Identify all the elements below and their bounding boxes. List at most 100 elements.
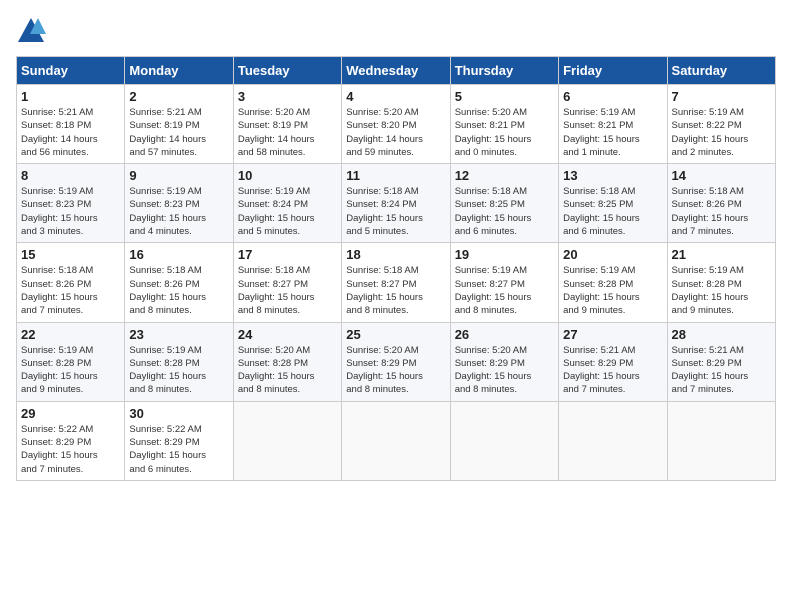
day-info: Sunrise: 5:19 AM Sunset: 8:23 PM Dayligh… (129, 185, 228, 238)
calendar-cell: 1 Sunrise: 5:21 AM Sunset: 8:18 PM Daylig… (17, 85, 125, 164)
day-number: 11 (346, 168, 445, 183)
calendar-cell (559, 401, 667, 480)
day-info: Sunrise: 5:19 AM Sunset: 8:27 PM Dayligh… (455, 264, 554, 317)
day-info: Sunrise: 5:20 AM Sunset: 8:20 PM Dayligh… (346, 106, 445, 159)
day-info: Sunrise: 5:21 AM Sunset: 8:18 PM Dayligh… (21, 106, 120, 159)
header-day-friday: Friday (559, 57, 667, 85)
calendar-cell: 20Sunrise: 5:19 AM Sunset: 8:28 PM Dayli… (559, 243, 667, 322)
calendar-cell: 26 Sunrise: 5:20 AM Sunset: 8:29 PM Dayli… (450, 322, 558, 401)
calendar-cell: 9Sunrise: 5:19 AM Sunset: 8:23 PM Daylig… (125, 164, 233, 243)
logo (16, 16, 50, 46)
week-row-0: 1 Sunrise: 5:21 AM Sunset: 8:18 PM Daylig… (17, 85, 776, 164)
day-number: 25 (346, 327, 445, 342)
day-number: 14 (672, 168, 771, 183)
day-number: 4 (346, 89, 445, 104)
calendar-cell: 22 Sunrise: 5:19 AM Sunset: 8:28 PM Dayli… (17, 322, 125, 401)
calendar-cell: 14 Sunrise: 5:18 AM Sunset: 8:26 PM Dayli… (667, 164, 775, 243)
week-row-3: 22 Sunrise: 5:19 AM Sunset: 8:28 PM Dayli… (17, 322, 776, 401)
day-info: Sunrise: 5:18 AM Sunset: 8:25 PM Dayligh… (563, 185, 662, 238)
calendar-cell: 11 Sunrise: 5:18 AM Sunset: 8:24 PM Dayli… (342, 164, 450, 243)
day-info: Sunrise: 5:19 AM Sunset: 8:28 PM Dayligh… (21, 344, 120, 397)
day-info: Sunrise: 5:21 AM Sunset: 8:19 PM Dayligh… (129, 106, 228, 159)
calendar-cell: 19Sunrise: 5:19 AM Sunset: 8:27 PM Dayli… (450, 243, 558, 322)
day-info: Sunrise: 5:19 AM Sunset: 8:28 PM Dayligh… (129, 344, 228, 397)
day-info: Sunrise: 5:22 AM Sunset: 8:29 PM Dayligh… (21, 423, 120, 476)
day-number: 6 (563, 89, 662, 104)
day-number: 12 (455, 168, 554, 183)
header-day-sunday: Sunday (17, 57, 125, 85)
calendar-cell: 7 Sunrise: 5:19 AM Sunset: 8:22 PM Daylig… (667, 85, 775, 164)
day-number: 29 (21, 406, 120, 421)
day-number: 8 (21, 168, 120, 183)
day-info: Sunrise: 5:18 AM Sunset: 8:26 PM Dayligh… (21, 264, 120, 317)
day-info: Sunrise: 5:19 AM Sunset: 8:24 PM Dayligh… (238, 185, 337, 238)
calendar-cell: 25 Sunrise: 5:20 AM Sunset: 8:29 PM Dayli… (342, 322, 450, 401)
calendar-cell (667, 401, 775, 480)
day-number: 2 (129, 89, 228, 104)
calendar-cell: 27Sunrise: 5:21 AM Sunset: 8:29 PM Dayli… (559, 322, 667, 401)
calendar-cell: 29 Sunrise: 5:22 AM Sunset: 8:29 PM Dayli… (17, 401, 125, 480)
calendar-header: SundayMondayTuesdayWednesdayThursdayFrid… (17, 57, 776, 85)
day-number: 1 (21, 89, 120, 104)
day-info: Sunrise: 5:19 AM Sunset: 8:21 PM Dayligh… (563, 106, 662, 159)
day-number: 15 (21, 247, 120, 262)
page: SundayMondayTuesdayWednesdayThursdayFrid… (0, 0, 792, 612)
calendar-cell: 23 Sunrise: 5:19 AM Sunset: 8:28 PM Dayli… (125, 322, 233, 401)
day-info: Sunrise: 5:21 AM Sunset: 8:29 PM Dayligh… (672, 344, 771, 397)
header-day-wednesday: Wednesday (342, 57, 450, 85)
day-number: 13 (563, 168, 662, 183)
calendar-cell: 15 Sunrise: 5:18 AM Sunset: 8:26 PM Dayli… (17, 243, 125, 322)
day-number: 22 (21, 327, 120, 342)
calendar-cell (342, 401, 450, 480)
day-number: 18 (346, 247, 445, 262)
day-info: Sunrise: 5:22 AM Sunset: 8:29 PM Dayligh… (129, 423, 228, 476)
day-number: 5 (455, 89, 554, 104)
day-number: 17 (238, 247, 337, 262)
calendar-cell: 2 Sunrise: 5:21 AM Sunset: 8:19 PM Daylig… (125, 85, 233, 164)
day-number: 3 (238, 89, 337, 104)
day-number: 16 (129, 247, 228, 262)
day-number: 26 (455, 327, 554, 342)
day-info: Sunrise: 5:18 AM Sunset: 8:24 PM Dayligh… (346, 185, 445, 238)
day-number: 23 (129, 327, 228, 342)
day-info: Sunrise: 5:19 AM Sunset: 8:23 PM Dayligh… (21, 185, 120, 238)
calendar-cell: 28 Sunrise: 5:21 AM Sunset: 8:29 PM Dayli… (667, 322, 775, 401)
day-info: Sunrise: 5:18 AM Sunset: 8:26 PM Dayligh… (129, 264, 228, 317)
day-info: Sunrise: 5:19 AM Sunset: 8:28 PM Dayligh… (672, 264, 771, 317)
calendar-cell: 24 Sunrise: 5:20 AM Sunset: 8:28 PM Dayli… (233, 322, 341, 401)
calendar-cell: 3Sunrise: 5:20 AM Sunset: 8:19 PM Daylig… (233, 85, 341, 164)
day-info: Sunrise: 5:18 AM Sunset: 8:26 PM Dayligh… (672, 185, 771, 238)
week-row-4: 29 Sunrise: 5:22 AM Sunset: 8:29 PM Dayli… (17, 401, 776, 480)
header-day-tuesday: Tuesday (233, 57, 341, 85)
calendar-cell (233, 401, 341, 480)
calendar-cell: 4 Sunrise: 5:20 AM Sunset: 8:20 PM Daylig… (342, 85, 450, 164)
week-row-2: 15 Sunrise: 5:18 AM Sunset: 8:26 PM Dayli… (17, 243, 776, 322)
header-day-thursday: Thursday (450, 57, 558, 85)
calendar-cell: 13 Sunrise: 5:18 AM Sunset: 8:25 PM Dayli… (559, 164, 667, 243)
week-row-1: 8 Sunrise: 5:19 AM Sunset: 8:23 PM Daylig… (17, 164, 776, 243)
day-info: Sunrise: 5:20 AM Sunset: 8:29 PM Dayligh… (346, 344, 445, 397)
day-info: Sunrise: 5:19 AM Sunset: 8:22 PM Dayligh… (672, 106, 771, 159)
calendar-cell: 6 Sunrise: 5:19 AM Sunset: 8:21 PM Daylig… (559, 85, 667, 164)
header (16, 16, 776, 46)
calendar-table: SundayMondayTuesdayWednesdayThursdayFrid… (16, 56, 776, 481)
calendar-cell: 21Sunrise: 5:19 AM Sunset: 8:28 PM Dayli… (667, 243, 775, 322)
day-number: 28 (672, 327, 771, 342)
day-number: 24 (238, 327, 337, 342)
calendar-cell: 30 Sunrise: 5:22 AM Sunset: 8:29 PM Dayli… (125, 401, 233, 480)
calendar-cell: 8 Sunrise: 5:19 AM Sunset: 8:23 PM Daylig… (17, 164, 125, 243)
day-number: 27 (563, 327, 662, 342)
day-number: 7 (672, 89, 771, 104)
calendar-cell: 16 Sunrise: 5:18 AM Sunset: 8:26 PM Dayli… (125, 243, 233, 322)
calendar-cell: 5 Sunrise: 5:20 AM Sunset: 8:21 PM Daylig… (450, 85, 558, 164)
day-info: Sunrise: 5:18 AM Sunset: 8:27 PM Dayligh… (238, 264, 337, 317)
logo-icon (16, 16, 46, 46)
calendar-cell: 17 Sunrise: 5:18 AM Sunset: 8:27 PM Dayli… (233, 243, 341, 322)
calendar-cell (450, 401, 558, 480)
day-info: Sunrise: 5:20 AM Sunset: 8:29 PM Dayligh… (455, 344, 554, 397)
calendar-cell: 18Sunrise: 5:18 AM Sunset: 8:27 PM Dayli… (342, 243, 450, 322)
day-info: Sunrise: 5:20 AM Sunset: 8:28 PM Dayligh… (238, 344, 337, 397)
day-number: 30 (129, 406, 228, 421)
day-info: Sunrise: 5:20 AM Sunset: 8:21 PM Dayligh… (455, 106, 554, 159)
calendar-cell: 12Sunrise: 5:18 AM Sunset: 8:25 PM Dayli… (450, 164, 558, 243)
